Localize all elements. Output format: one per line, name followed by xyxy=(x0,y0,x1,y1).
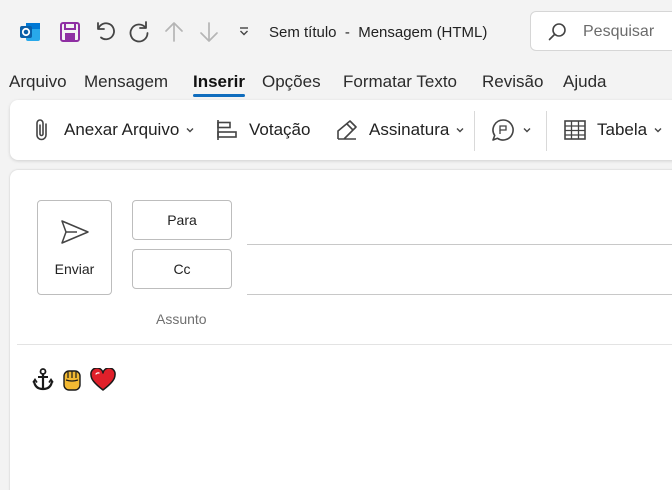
poll-icon xyxy=(217,120,237,140)
customize-chevron-icon[interactable] xyxy=(238,26,250,38)
poll-button[interactable]: Votação xyxy=(215,116,310,144)
signature-icon xyxy=(337,120,357,140)
search-placeholder: Pesquisar xyxy=(583,23,655,40)
cc-button[interactable]: Cc xyxy=(132,249,232,289)
chevron-down-icon xyxy=(654,128,662,133)
redo-icon[interactable] xyxy=(128,19,152,43)
tab-revisao[interactable]: Revisão xyxy=(482,72,543,92)
tab-opcoes[interactable]: Opções xyxy=(262,72,321,92)
attach-file-button[interactable]: Anexar Arquivo xyxy=(32,116,195,144)
chevron-down-icon xyxy=(523,128,531,133)
attach-file-label: Anexar Arquivo xyxy=(64,120,180,139)
search-icon xyxy=(547,22,567,47)
title-bar: Sem título - Mensagem (HTML) Pesquisar xyxy=(0,0,672,64)
table-icon xyxy=(564,120,586,140)
tab-ajuda[interactable]: Ajuda xyxy=(563,72,606,92)
red-heart-emoji xyxy=(90,367,116,397)
comment-button[interactable] xyxy=(490,116,532,144)
tab-inserir[interactable]: Inserir xyxy=(193,72,245,97)
search-box[interactable]: Pesquisar xyxy=(530,11,672,51)
table-button[interactable]: Tabela xyxy=(563,116,663,144)
send-button[interactable]: Enviar xyxy=(37,200,112,295)
chevron-down-icon xyxy=(186,128,194,133)
cc-field[interactable] xyxy=(247,294,672,295)
paperclip-icon xyxy=(36,119,47,141)
header-body-divider xyxy=(17,344,672,345)
send-icon xyxy=(60,219,90,250)
signature-button[interactable]: Assinatura xyxy=(335,116,465,144)
outlook-icon xyxy=(18,20,42,44)
up-arrow-icon[interactable] xyxy=(163,20,185,44)
chevron-down-icon xyxy=(456,128,464,133)
table-label: Tabela xyxy=(597,120,648,139)
compose-pane: Enviar Para Cc Assunto xyxy=(10,170,672,490)
comment-icon xyxy=(492,119,514,141)
send-label: Enviar xyxy=(54,261,95,277)
raised-fist-emoji xyxy=(61,368,83,397)
to-field[interactable] xyxy=(247,244,672,245)
tab-arquivo[interactable]: Arquivo xyxy=(9,72,67,92)
ribbon-divider xyxy=(546,111,547,151)
tab-formatar-texto[interactable]: Formatar Texto xyxy=(343,72,457,92)
window-title: Sem título - Mensagem (HTML) xyxy=(269,24,488,41)
save-icon[interactable] xyxy=(58,20,82,44)
to-button[interactable]: Para xyxy=(132,200,232,240)
down-arrow-icon[interactable] xyxy=(198,20,220,44)
ribbon-tabs: Arquivo Mensagem Inserir Opções Formatar… xyxy=(0,72,672,98)
anchor-emoji xyxy=(32,368,54,397)
signature-label: Assinatura xyxy=(369,120,450,139)
undo-icon[interactable] xyxy=(93,19,117,43)
ribbon-toolbar: Anexar Arquivo Votação Assinatura Tabela xyxy=(10,100,672,160)
subject-field[interactable]: Assunto xyxy=(156,311,207,327)
tab-mensagem[interactable]: Mensagem xyxy=(84,72,168,92)
ribbon-divider xyxy=(474,111,475,151)
message-body[interactable] xyxy=(32,367,116,397)
poll-label: Votação xyxy=(249,120,311,139)
